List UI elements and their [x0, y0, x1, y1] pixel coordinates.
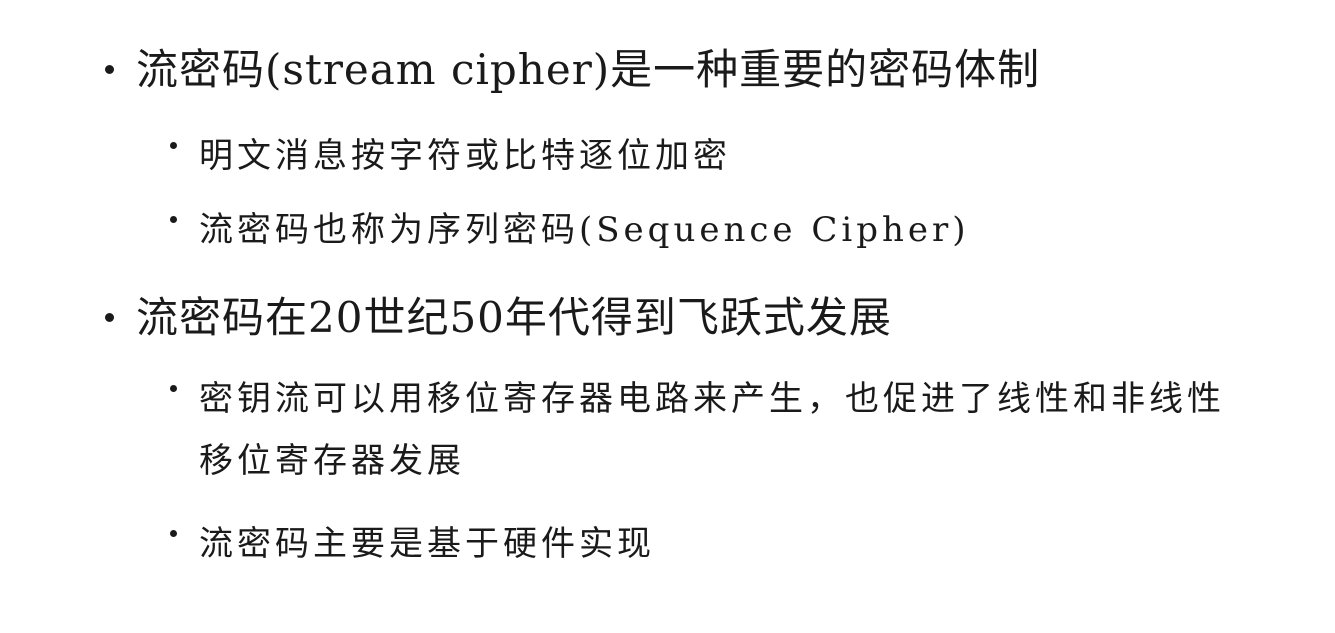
bullet-dot-icon: [170, 530, 177, 537]
sub-bullet-text: 流密码主要是基于硬件实现: [199, 524, 655, 564]
sub-bullet-shift-register: 密钥流可以用移位寄存器电路来产生，也促进了线性和非线性移位寄存器发展: [170, 368, 1270, 492]
sub-bullet-sequence-cipher: 流密码也称为序列密码(Sequence Cipher): [170, 199, 970, 261]
bullet-text: 流密码在20世纪50年代得到飞跃式发展: [136, 293, 892, 342]
bullet-dot-icon: [105, 313, 114, 322]
bullet-dot-icon: [170, 216, 177, 223]
sub-bullet-plaintext-encryption: 明文消息按字符或比特逐位加密: [170, 125, 731, 187]
bullet-dot-icon: [170, 385, 177, 392]
bullet-dot-icon: [105, 65, 114, 74]
slide: 流密码(stream cipher)是一种重要的密码体制 明文消息按字符或比特逐…: [0, 0, 1335, 633]
sub-bullet-text: 密钥流可以用移位寄存器电路来产生，也促进了线性和非线性移位寄存器发展: [199, 379, 1225, 481]
bullet-stream-cipher-definition: 流密码(stream cipher)是一种重要的密码体制: [105, 45, 1040, 95]
sub-bullet-text: 流密码也称为序列密码(Sequence Cipher): [199, 210, 970, 250]
bullet-text: 流密码(stream cipher)是一种重要的密码体制: [136, 45, 1041, 94]
bullet-dot-icon: [170, 142, 177, 149]
sub-bullet-hardware-implementation: 流密码主要是基于硬件实现: [170, 513, 655, 575]
sub-bullet-text: 明文消息按字符或比特逐位加密: [199, 136, 731, 176]
bullet-stream-cipher-history: 流密码在20世纪50年代得到飞跃式发展: [105, 293, 892, 343]
